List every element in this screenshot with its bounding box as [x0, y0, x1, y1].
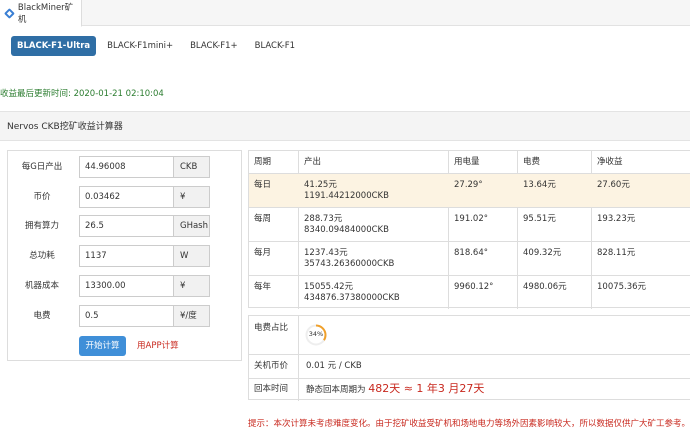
period-cell: 每月	[254, 248, 272, 258]
form-row-electricity: 电费 0.5 ¥/度	[8, 305, 243, 327]
power-cell: 27.29°	[454, 180, 483, 190]
col-header-output: 产出	[304, 157, 322, 167]
output-yuan-cell: 15055.42元	[304, 282, 354, 292]
table-row-daily: 每日 41.25元 1191.44212000CKB 27.29° 13.64元…	[249, 173, 690, 207]
output-per-g-input[interactable]: 44.96008	[79, 156, 173, 178]
start-calc-button[interactable]: 开始计算	[79, 336, 126, 356]
table-row-weekly: 每周 288.73元 8340.09484000CKB 191.02° 95.5…	[249, 207, 690, 241]
hashrate-label: 拥有算力	[24, 221, 59, 231]
power-input[interactable]: 1137	[79, 245, 173, 267]
disclaimer-text: 提示：本次计算未考虑难度变化。由于挖矿收益受矿机和场地电力等场外因素影响较大，所…	[248, 419, 690, 429]
electricity-label: 电费	[33, 311, 51, 321]
payback-prefix: 静态回本周期为	[306, 385, 366, 395]
electricity-unit: ¥/度	[173, 305, 210, 327]
panel-title: Nervos CKB挖矿收益计算器	[0, 111, 690, 141]
output-ckb-cell: 1191.44212000CKB	[304, 191, 389, 201]
power-label: 总功耗	[29, 251, 55, 261]
net-cell: 27.60元	[597, 180, 630, 190]
electricity-input[interactable]: 0.5	[79, 305, 173, 327]
browser-tab-title: BlackMiner矿机	[17, 3, 74, 25]
period-cell: 每日	[254, 180, 272, 190]
table-row-yearly: 每年 15055.42元 434876.37380000CKB 9960.12°…	[249, 275, 690, 309]
app-calc-link[interactable]: 用APP计算	[137, 336, 179, 356]
machine-cost-unit: ¥	[173, 275, 210, 297]
output-ckb-cell: 434876.37380000CKB	[304, 293, 400, 303]
power-cell: 191.02°	[454, 214, 488, 224]
hashrate-input[interactable]: 26.5	[79, 215, 173, 237]
machine-cost-label: 机器成本	[24, 281, 59, 291]
period-cell: 每周	[254, 214, 272, 224]
form-row-price: 币价 0.03462 ¥	[8, 186, 243, 208]
update-time: 收益最后更新时间: 2020-01-21 02:10:04	[0, 89, 164, 99]
results-table: 周期 产出 用电量 电费 净收益 每日 41.25元 1191.44212000…	[248, 150, 690, 309]
output-yuan-cell: 288.73元	[304, 214, 343, 224]
payback-value: 482天 ≈ 1 年3 月27天	[368, 382, 485, 395]
col-header-period: 周期	[254, 157, 272, 167]
output-ckb-cell: 35743.26360000CKB	[304, 259, 395, 269]
cost-cell: 95.51元	[523, 214, 556, 224]
power-cell: 818.64°	[454, 248, 488, 258]
elec-ratio-label: 电费占比	[254, 323, 289, 333]
output-ckb-cell: 8340.09484000CKB	[304, 225, 389, 235]
output-yuan-cell: 41.25元	[304, 180, 337, 190]
col-header-cost: 电费	[523, 157, 541, 167]
payback-label: 回本时间	[254, 384, 289, 394]
net-cell: 10075.36元	[597, 282, 647, 292]
output-per-g-unit: CKB	[173, 156, 210, 178]
model-nav: BLACK-F1-Ultra BLACK-F1mini+ BLACK-F1+ B…	[11, 36, 306, 56]
output-yuan-cell: 1237.43元	[304, 248, 348, 258]
form-row-output: 每G日产出 44.96008 CKB	[8, 156, 243, 178]
browser-tab[interactable]: BlackMiner矿机	[0, 0, 82, 27]
elec-ratio-value: 34%	[308, 330, 324, 338]
output-per-g-label: 每G日产出	[21, 162, 63, 172]
machine-cost-input[interactable]: 13300.00	[79, 275, 173, 297]
hashrate-unit: GHash	[173, 215, 210, 237]
coin-price-label: 币价	[33, 192, 51, 202]
form-row-power: 总功耗 1137 W	[8, 245, 243, 267]
cost-cell: 13.64元	[523, 180, 556, 190]
model-tab-f1-ultra[interactable]: BLACK-F1-Ultra	[11, 36, 97, 56]
model-tab-f1-plus[interactable]: BLACK-F1+	[184, 36, 244, 56]
shutdown-price-value: 0.01 元 / CKB	[306, 361, 362, 371]
coin-price-input[interactable]: 0.03462	[79, 186, 173, 208]
period-cell: 每年	[254, 282, 272, 292]
col-header-power: 用电量	[454, 157, 480, 167]
col-header-net: 净收益	[597, 157, 623, 167]
coin-price-unit: ¥	[173, 186, 210, 208]
form-row-hashrate: 拥有算力 26.5 GHash	[8, 215, 243, 237]
shutdown-price-label: 关机币价	[254, 361, 289, 371]
net-cell: 193.23元	[597, 214, 636, 224]
diamond-logo-icon	[4, 8, 15, 18]
tab-bar: BlackMiner矿机	[0, 0, 690, 27]
power-cell: 9960.12°	[454, 282, 494, 292]
power-unit: W	[173, 245, 210, 267]
input-form: 每G日产出 44.96008 CKB 币价 0.03462 ¥ 拥有算力 26.…	[7, 150, 242, 361]
form-row-cost: 机器成本 13300.00 ¥	[8, 275, 243, 297]
cost-cell: 4980.06元	[523, 282, 567, 292]
payback-text: 静态回本周期为 482天 ≈ 1 年3 月27天	[306, 383, 484, 396]
model-tab-f1[interactable]: BLACK-F1	[249, 36, 301, 56]
summary-table: 电费占比 34% 关机币价 0.01 元 / CKB 回本时间 静态回本周期为 …	[248, 315, 690, 401]
table-row-monthly: 每月 1237.43元 35743.26360000CKB 818.64° 40…	[249, 241, 690, 275]
model-tab-f1mini-plus[interactable]: BLACK-F1mini+	[101, 36, 179, 56]
net-cell: 828.11元	[597, 248, 636, 258]
cost-cell: 409.32元	[523, 248, 562, 258]
